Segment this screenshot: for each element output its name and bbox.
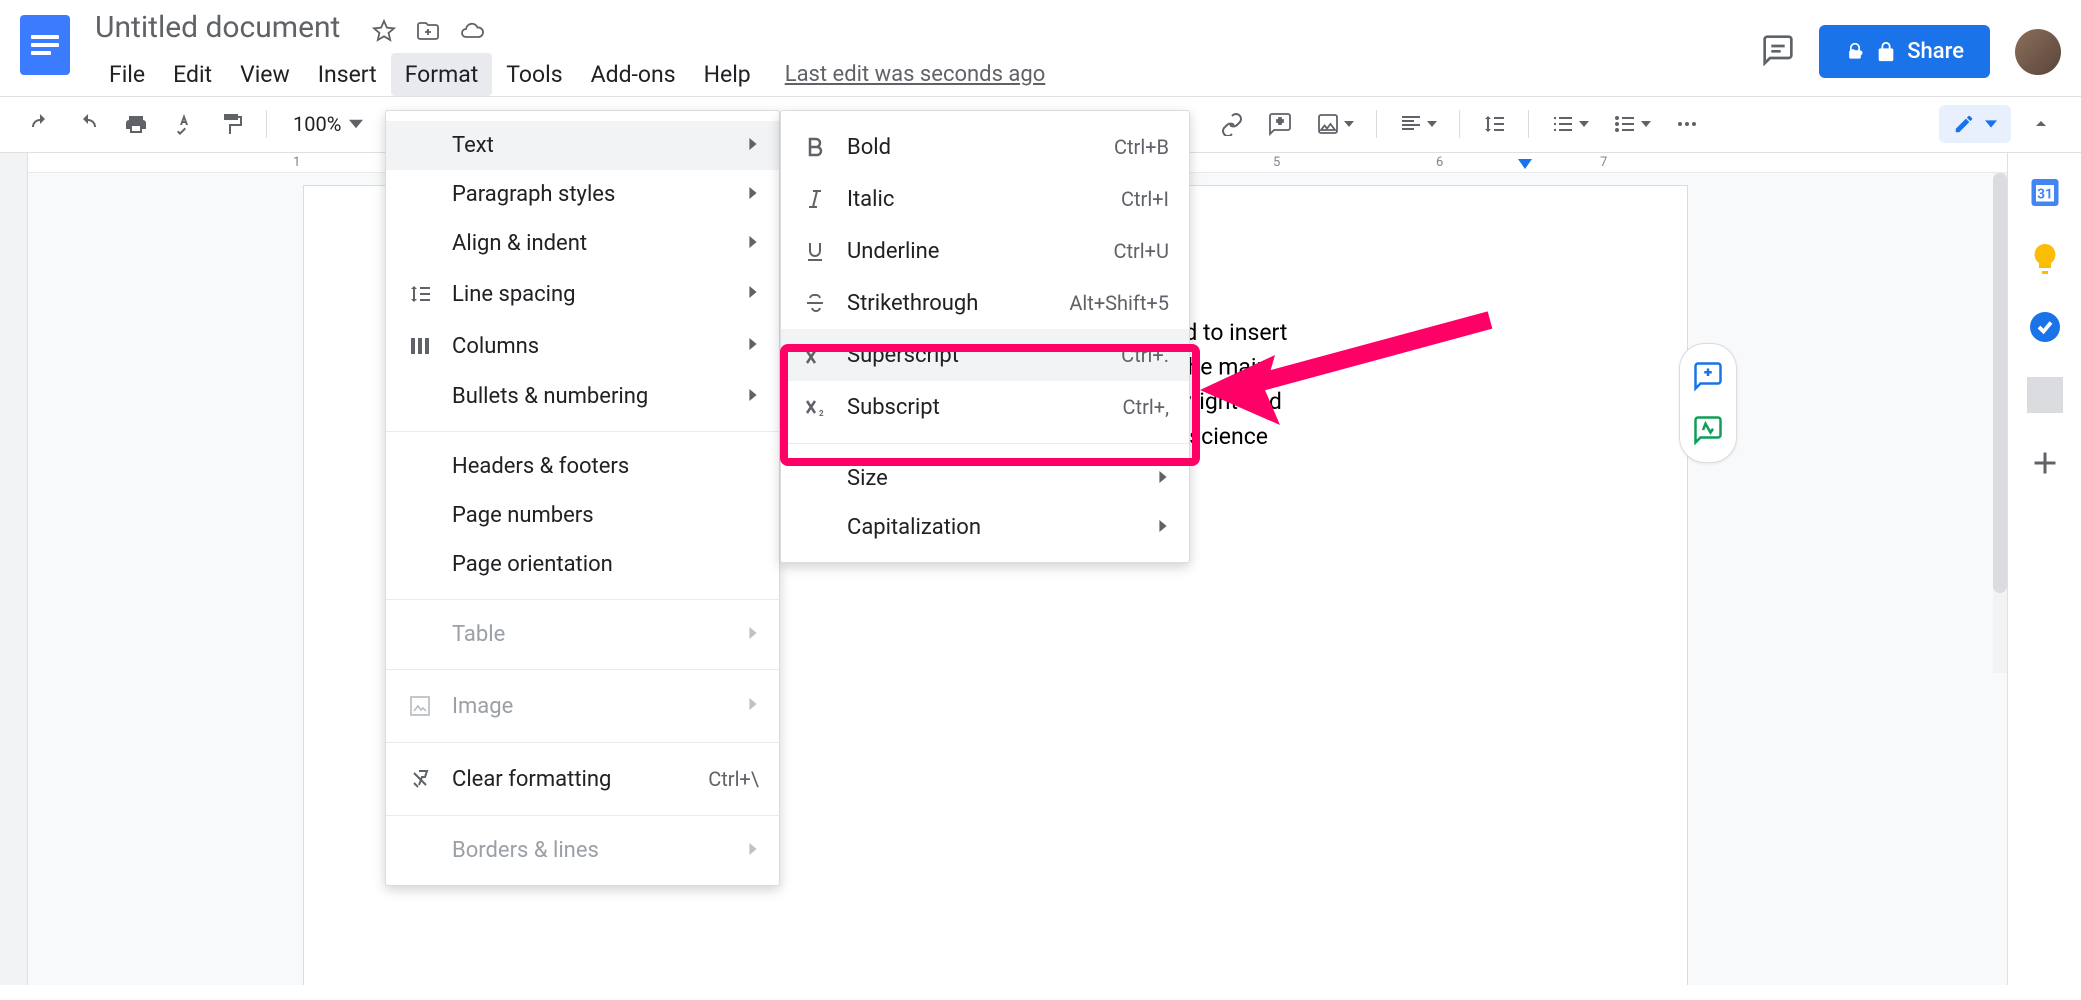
- comments-history-icon[interactable]: [1762, 34, 1794, 70]
- add-comment-button[interactable]: [1260, 106, 1300, 142]
- add-comment-floating-button[interactable]: [1690, 358, 1726, 394]
- format-orientation-item[interactable]: Page orientation: [386, 540, 779, 589]
- redo-button[interactable]: [68, 106, 108, 142]
- menu-insert[interactable]: Insert: [304, 53, 391, 96]
- add-sideapp-button[interactable]: [2027, 445, 2063, 481]
- last-edit-link[interactable]: Last edit was seconds ago: [785, 62, 1046, 87]
- menu-file[interactable]: File: [95, 53, 159, 96]
- calendar-sideapp-icon[interactable]: 31: [2027, 173, 2063, 209]
- menu-tools[interactable]: Tools: [492, 53, 576, 96]
- editing-mode-button[interactable]: [1939, 105, 2011, 143]
- numbered-list-button[interactable]: [1543, 106, 1597, 142]
- keep-sideapp-icon[interactable]: [2027, 241, 2063, 277]
- suggest-edits-floating-button[interactable]: [1690, 412, 1726, 448]
- collapse-button[interactable]: [2021, 106, 2061, 142]
- text-bold-item[interactable]: BoldCtrl+B: [781, 121, 1189, 173]
- print-button[interactable]: [116, 106, 156, 142]
- align-button[interactable]: [1391, 106, 1445, 142]
- format-paragraph-item[interactable]: Paragraph styles: [386, 170, 779, 219]
- svg-text:2: 2: [819, 345, 824, 354]
- text-caps-item[interactable]: Capitalization: [781, 503, 1189, 552]
- account-avatar[interactable]: [2015, 29, 2061, 75]
- format-bullets-item[interactable]: Bullets & numbering: [386, 372, 779, 421]
- document-title[interactable]: Untitled document: [95, 10, 340, 45]
- text-size-item[interactable]: Size: [781, 454, 1189, 503]
- format-spacing-item[interactable]: Line spacing: [386, 268, 779, 320]
- scrollbar[interactable]: [1993, 173, 2007, 673]
- bulleted-list-button[interactable]: [1605, 106, 1659, 142]
- cloud-status-icon[interactable]: [460, 19, 484, 47]
- svg-text:2: 2: [819, 409, 824, 418]
- text-underline-item[interactable]: UnderlineCtrl+U: [781, 225, 1189, 277]
- format-align-item[interactable]: Align & indent: [386, 219, 779, 268]
- text-subscript-item[interactable]: 2SubscriptCtrl+,: [781, 381, 1189, 433]
- menu-view[interactable]: View: [226, 53, 304, 96]
- spellcheck-button[interactable]: [164, 106, 204, 142]
- format-clear-item[interactable]: Clear formattingCtrl+\: [386, 753, 779, 805]
- share-button[interactable]: Share: [1819, 25, 1990, 78]
- star-icon[interactable]: [372, 19, 396, 47]
- move-icon[interactable]: [416, 19, 440, 47]
- paint-format-button[interactable]: [212, 106, 252, 142]
- menu-help[interactable]: Help: [690, 53, 765, 96]
- share-label: Share: [1907, 39, 1964, 64]
- more-button[interactable]: [1667, 106, 1707, 142]
- format-page-numbers-item[interactable]: Page numbers: [386, 491, 779, 540]
- text-superscript-item[interactable]: 2SuperscriptCtrl+.: [781, 329, 1189, 381]
- tasks-sideapp-icon[interactable]: [2027, 309, 2063, 345]
- line-spacing-button[interactable]: [1474, 106, 1514, 142]
- menu-addons[interactable]: Add-ons: [577, 53, 690, 96]
- menu-format[interactable]: Format: [391, 53, 493, 96]
- text-italic-item[interactable]: ItalicCtrl+I: [781, 173, 1189, 225]
- menu-edit[interactable]: Edit: [159, 53, 226, 96]
- docs-logo[interactable]: [20, 15, 70, 75]
- format-headers-item[interactable]: Headers & footers: [386, 442, 779, 491]
- svg-text:31: 31: [2037, 186, 2053, 202]
- insert-link-button[interactable]: [1212, 106, 1252, 142]
- format-columns-item[interactable]: Columns: [386, 320, 779, 372]
- format-text-item[interactable]: Text: [386, 121, 779, 170]
- text-submenu-dropdown: BoldCtrl+B ItalicCtrl+I UnderlineCtrl+U …: [780, 110, 1190, 563]
- format-table-item: Table: [386, 610, 779, 659]
- text-strikethrough-item[interactable]: StrikethroughAlt+Shift+5: [781, 277, 1189, 329]
- format-borders-item: Borders & lines: [386, 826, 779, 875]
- menubar: File Edit View Insert Format Tools Add-o…: [95, 53, 1762, 96]
- zoom-select[interactable]: 100%: [281, 106, 375, 142]
- format-menu-dropdown: Text Paragraph styles Align & indent Lin…: [385, 110, 780, 886]
- undo-button[interactable]: [20, 106, 60, 142]
- insert-image-button[interactable]: [1308, 106, 1362, 142]
- format-image-item: Image: [386, 680, 779, 732]
